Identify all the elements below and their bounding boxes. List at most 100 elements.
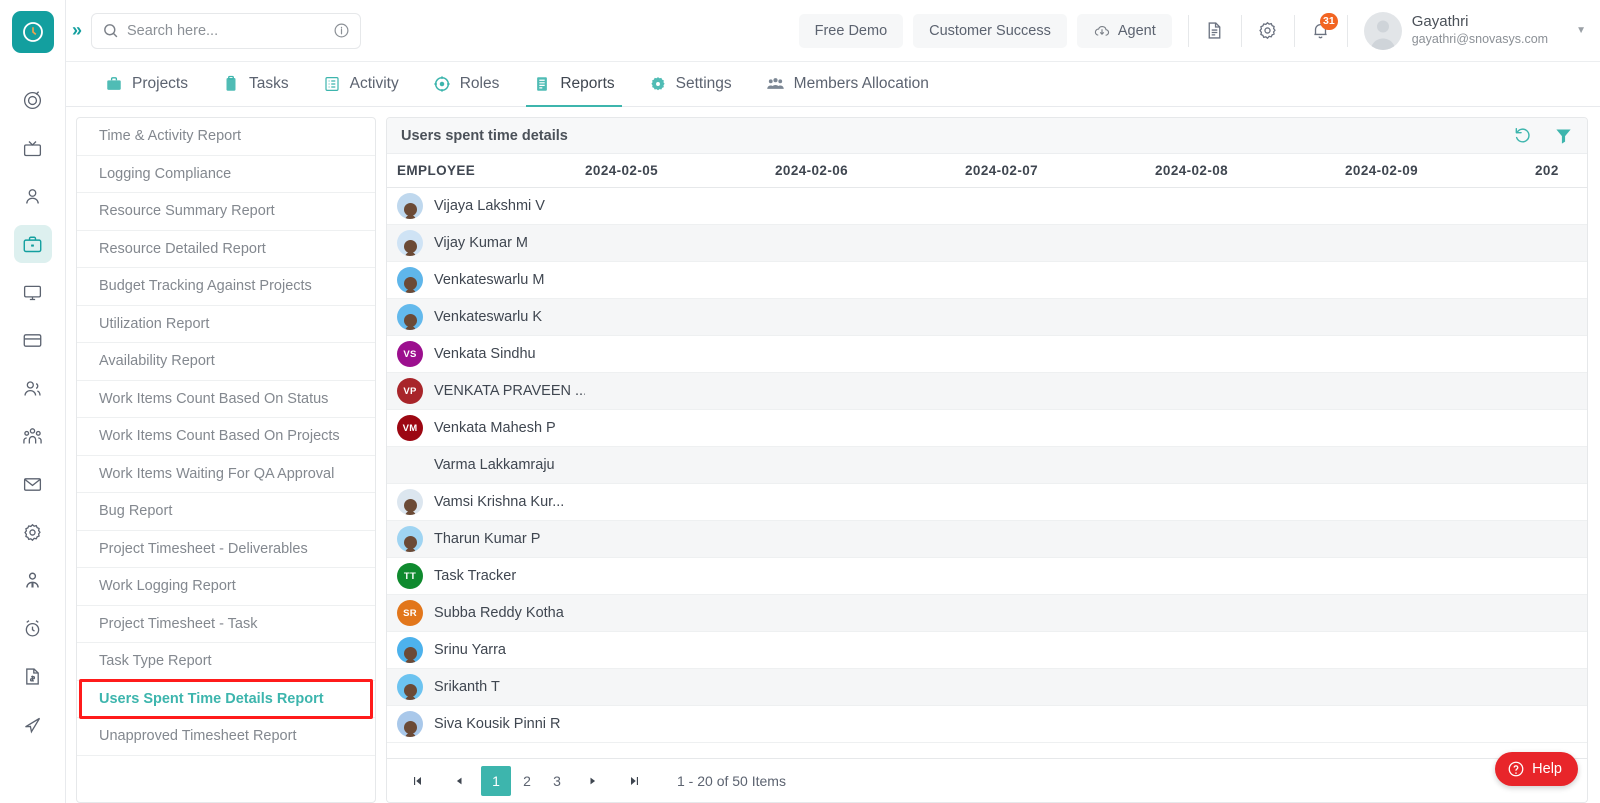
- rail-item-user[interactable]: [14, 177, 52, 215]
- employee-name: Task Tracker: [434, 568, 517, 584]
- search-input[interactable]: [127, 22, 326, 39]
- table-row[interactable]: Tharun Kumar P: [387, 521, 1587, 558]
- report-panel: Users spent time details EMPLOYEE 2024-0…: [386, 117, 1588, 803]
- expand-sidebar-icon[interactable]: »: [66, 20, 91, 41]
- employee-cell: Vamsi Krishna Kur...: [387, 489, 585, 515]
- header-divider-4: [1346, 14, 1348, 47]
- help-button[interactable]: Help: [1495, 752, 1578, 786]
- rail-item-target[interactable]: [14, 81, 52, 119]
- report-item-users-spent-time-details-report[interactable]: Users Spent Time Details Report: [77, 681, 375, 718]
- report-item-14[interactable]: Task Type Report: [77, 643, 375, 681]
- table-row[interactable]: Vijay Kumar M: [387, 225, 1587, 262]
- app-logo[interactable]: [11, 11, 54, 53]
- pagination-page-2[interactable]: 2: [513, 767, 541, 795]
- panel-title: Users spent time details: [401, 127, 568, 144]
- free-demo-label: Free Demo: [814, 22, 888, 39]
- column-header-date-1[interactable]: 2024-02-05: [585, 163, 775, 178]
- funnel-icon[interactable]: [1554, 126, 1573, 145]
- tab-projects[interactable]: Projects: [88, 62, 205, 106]
- pagination-page-1[interactable]: 1: [481, 765, 511, 796]
- report-item-1[interactable]: Logging Compliance: [77, 156, 375, 193]
- table-row[interactable]: VS Venkata Sindhu: [387, 336, 1587, 373]
- tab-members-allocation[interactable]: Members Allocation: [749, 62, 946, 106]
- pagination-page-3[interactable]: 3: [543, 767, 571, 795]
- agent-button[interactable]: Agent: [1076, 13, 1172, 48]
- tab-tasks[interactable]: Tasks: [205, 62, 306, 106]
- report-item-12[interactable]: Work Logging Report: [77, 568, 375, 606]
- column-header-date-4[interactable]: 2024-02-08: [1155, 163, 1345, 178]
- tab-activity[interactable]: Activity: [306, 62, 416, 106]
- rail-item-alarm-clock[interactable]: [14, 609, 52, 647]
- search-box[interactable]: [91, 12, 362, 49]
- table-row[interactable]: Siva Kousik Pinni R: [387, 706, 1587, 743]
- rail-item-credit-card[interactable]: [14, 321, 52, 359]
- chevron-down-icon[interactable]: ▼: [1576, 25, 1586, 36]
- report-item-5[interactable]: Utilization Report: [77, 306, 375, 343]
- user-email: gayathri@snovasys.com: [1411, 32, 1549, 47]
- report-item-0-label: Time & Activity Report: [99, 128, 242, 145]
- table-row[interactable]: Srinu Yarra: [387, 632, 1587, 669]
- column-header-date-3[interactable]: 2024-02-07: [965, 163, 1155, 178]
- members-icon: [766, 75, 785, 94]
- report-item-0[interactable]: Time & Activity Report: [77, 118, 375, 156]
- free-demo-button[interactable]: Free Demo: [798, 13, 904, 48]
- column-header-date-6[interactable]: 202: [1535, 163, 1587, 178]
- rail-item-briefcase[interactable]: [13, 225, 52, 263]
- table-row[interactable]: Vijaya Lakshmi V: [387, 188, 1587, 225]
- rail-item-monitor[interactable]: [14, 273, 52, 311]
- table-row[interactable]: Varma Lakkamraju: [387, 447, 1587, 484]
- table-row[interactable]: VP VENKATA PRAVEEN ...: [387, 373, 1587, 410]
- column-header-date-5[interactable]: 2024-02-09: [1345, 163, 1535, 178]
- table-row[interactable]: TT Task Tracker: [387, 558, 1587, 595]
- rail-item-group[interactable]: [14, 417, 52, 455]
- table-row[interactable]: VM Venkata Mahesh P: [387, 410, 1587, 447]
- report-item-2[interactable]: Resource Summary Report: [77, 193, 375, 231]
- rail-item-person-tie[interactable]: [14, 561, 52, 599]
- report-item-5-label: Utilization Report: [99, 315, 210, 332]
- tab-reports[interactable]: Reports: [516, 62, 631, 107]
- tab-activity-label: Activity: [349, 75, 399, 92]
- briefcase-icon: [105, 75, 123, 93]
- rail-item-tv[interactable]: [14, 129, 52, 167]
- rail-item-users[interactable]: [14, 369, 52, 407]
- pagination-prev[interactable]: [445, 767, 473, 795]
- column-header-employee[interactable]: EMPLOYEE: [387, 163, 585, 178]
- employee-cell: VS Venkata Sindhu: [387, 341, 585, 367]
- table-row[interactable]: Srikanth T: [387, 669, 1587, 706]
- pagination-next[interactable]: [579, 767, 607, 795]
- rail-item-gear[interactable]: [14, 513, 52, 551]
- tab-roles[interactable]: Roles: [416, 62, 517, 106]
- notifications-button[interactable]: 31: [1301, 11, 1341, 51]
- tab-settings[interactable]: Settings: [632, 62, 749, 106]
- customer-success-button[interactable]: Customer Success: [913, 13, 1067, 48]
- report-item-8[interactable]: Work Items Count Based On Projects: [77, 418, 375, 456]
- report-item-3[interactable]: Resource Detailed Report: [77, 231, 375, 268]
- report-item-7[interactable]: Work Items Count Based On Status: [77, 381, 375, 418]
- report-item-13[interactable]: Project Timesheet - Task: [77, 606, 375, 643]
- document-icon[interactable]: [1195, 11, 1235, 51]
- tab-roles-label: Roles: [459, 75, 500, 92]
- rail-item-invoice[interactable]: [14, 657, 52, 695]
- column-header-date-2[interactable]: 2024-02-06: [775, 163, 965, 178]
- table-row[interactable]: Vamsi Krishna Kur...: [387, 484, 1587, 521]
- employee-cell: Srikanth T: [387, 674, 585, 700]
- report-item-10[interactable]: Bug Report: [77, 493, 375, 531]
- report-item-4[interactable]: Budget Tracking Against Projects: [77, 268, 375, 306]
- pagination-first[interactable]: [403, 767, 431, 795]
- report-item-11[interactable]: Project Timesheet - Deliverables: [77, 531, 375, 568]
- user-menu[interactable]: Gayathri gayathri@snovasys.com ▼: [1363, 11, 1586, 50]
- table-row[interactable]: Venkateswarlu K: [387, 299, 1587, 336]
- rail-item-send[interactable]: [14, 705, 52, 743]
- gear-icon[interactable]: [1248, 11, 1288, 51]
- undo-icon[interactable]: [1513, 126, 1532, 145]
- table-row[interactable]: SR Subba Reddy Kotha: [387, 595, 1587, 632]
- report-item-9[interactable]: Work Items Waiting For QA Approval: [77, 456, 375, 493]
- table-row[interactable]: Venkateswarlu M: [387, 262, 1587, 299]
- pagination-last[interactable]: [621, 767, 649, 795]
- report-item-6[interactable]: Availability Report: [77, 343, 375, 381]
- info-circle-icon[interactable]: [333, 22, 350, 39]
- report-item-16[interactable]: Unapproved Timesheet Report: [77, 718, 375, 756]
- panel-actions: [1513, 126, 1573, 145]
- avatar-initials: VP: [397, 378, 423, 404]
- rail-item-mail[interactable]: [14, 465, 52, 503]
